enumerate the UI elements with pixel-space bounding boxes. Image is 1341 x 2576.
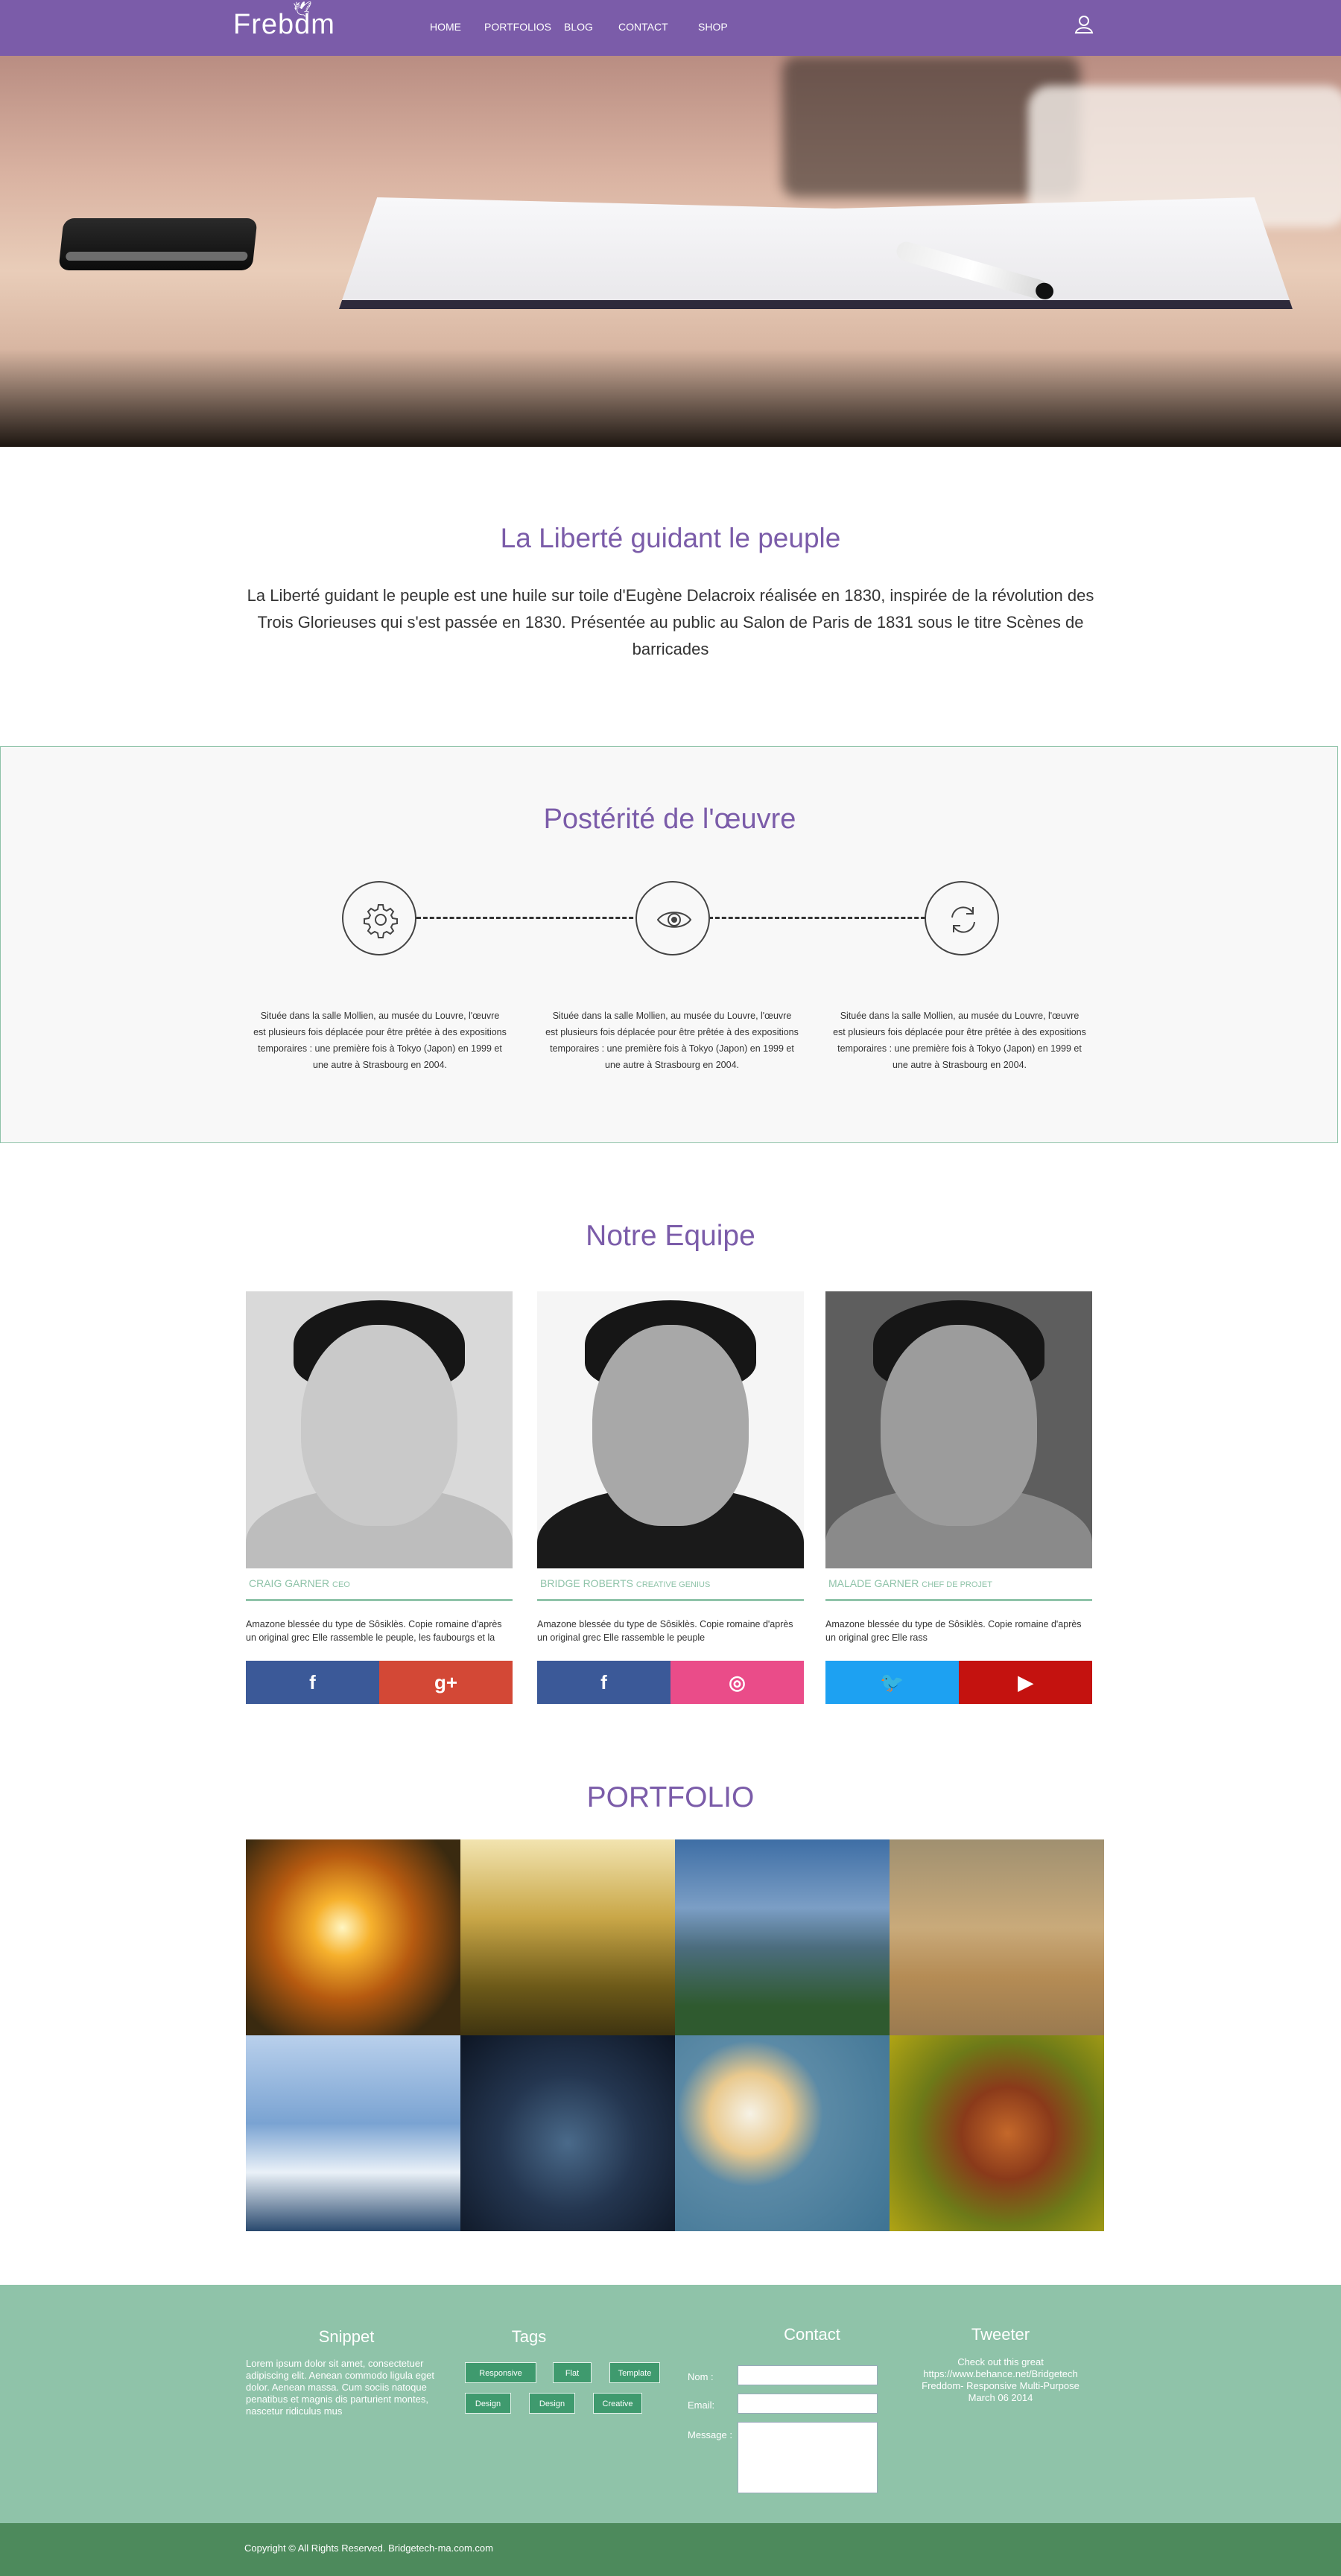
site-logo[interactable]: Frebdm 🕊 [233,1,335,41]
tag-responsive[interactable]: Responsive [465,2362,536,2383]
footer: Snippet Lorem ipsum dolor sit amet, cons… [0,2285,1341,2523]
team-member-card: BRIDGE ROBERTS CREATIVE GENIUS Amazone b… [537,1291,804,1704]
member-photo [537,1291,804,1568]
google-plus-icon[interactable]: g+ [379,1661,513,1704]
intro-title: La Liberté guidant le peuple [500,523,841,553]
member-socials: 🐦 ▶ [825,1661,1092,1704]
facebook-icon[interactable]: f [246,1661,379,1704]
contact-message-textarea[interactable] [738,2422,878,2493]
intro-text: La Liberté guidant le peuple est une hui… [247,586,1094,658]
footer-tweeter-text: Check out this great https://www.behance… [922,2356,1080,2403]
copyright-text: Copyright © All Rights Reserved. Bridget… [244,2542,493,2554]
nav-blog[interactable]: BLOG [564,21,593,33]
tag-design[interactable]: Design [529,2393,575,2414]
gear-icon [342,881,416,955]
member-name: BRIDGE ROBERTS CREATIVE GENIUS [537,1568,804,1601]
footer-snippet-text: Lorem ipsum dolor sit amet, consectetuer… [246,2358,434,2417]
copyright-bar: Copyright © All Rights Reserved. Bridget… [0,2523,1341,2576]
portfolio-item-robots[interactable] [460,2035,675,2231]
portfolio-grid [246,1839,1104,2231]
member-photo [246,1291,513,1568]
nav-contact[interactable]: CONTACT [618,21,668,33]
top-navbar: Frebdm 🕊 HOME PORTFOLIOS BLOG CONTACT SH… [0,0,1341,56]
member-description: Amazone blessée du type de Sôsiklès. Cop… [246,1619,502,1643]
logo-text: Frebdm [233,9,335,40]
facebook-icon[interactable]: f [537,1661,670,1704]
portfolio-item-eagle[interactable] [246,2035,460,2231]
bird-icon: 🕊 [293,1,313,18]
posterite-title: Postérité de l'œuvre [543,804,796,835]
tag-flat[interactable]: Flat [553,2362,592,2383]
portfolio-item-grass[interactable] [460,1839,675,2035]
member-name: MALADE GARNER CHEF DE PROJET [825,1568,1092,1601]
hero-image [0,56,1341,447]
nav-portfolios[interactable]: PORTFOLIOS [484,21,551,33]
contact-nom-label: Nom : [688,2371,714,2382]
tag-design[interactable]: Design [465,2393,511,2414]
nav-home[interactable]: HOME [430,21,461,33]
eye-icon [635,881,710,955]
footer-contact-title: Contact [784,2325,840,2344]
dashed-connector [416,917,640,919]
tag-creative[interactable]: Creative [593,2393,642,2414]
refresh-icon [925,881,999,955]
contact-nom-input[interactable] [738,2365,878,2385]
member-description: Amazone blessée du type de Sôsiklès. Cop… [825,1619,1082,1643]
portfolio-item-butterfly[interactable] [890,2035,1104,2231]
member-photo [825,1291,1092,1568]
member-socials: f g+ [246,1661,513,1704]
posterite-text: Située dans la salle Mollien, au musée d… [545,1011,799,1070]
hero-notebook [339,197,1293,309]
posterite-section: Postérité de l'œuvre Située dans la sall… [0,746,1338,1143]
portfolio-title: PORTFOLIO [586,1781,755,1813]
team-member-card: MALADE GARNER CHEF DE PROJET Amazone ble… [825,1291,1092,1704]
team-member-card: CRAIG GARNER CEO Amazone blessée du type… [246,1291,513,1704]
member-description: Amazone blessée du type de Sôsiklès. Cop… [537,1619,793,1643]
twitter-icon[interactable]: 🐦 [825,1661,959,1704]
contact-message-label: Message : [688,2429,732,2440]
dashed-connector [708,917,932,919]
user-icon[interactable] [1073,13,1095,36]
nav-shop[interactable]: SHOP [698,21,728,33]
footer-snippet-title: Snippet [318,2327,375,2346]
dribbble-icon[interactable]: ◎ [670,1661,804,1704]
tag-template[interactable]: Template [609,2362,660,2383]
contact-email-input[interactable] [738,2394,878,2414]
portfolio-item-bird[interactable] [675,2035,890,2231]
member-socials: f ◎ [537,1661,804,1704]
footer-tags-title: Tags [511,2327,547,2346]
youtube-icon[interactable]: ▶ [959,1661,1092,1704]
hero-phone [58,218,258,270]
footer-tweeter-title: Tweeter [971,2325,1030,2344]
portfolio-item-sunset[interactable] [246,1839,460,2035]
contact-email-label: Email: [688,2400,715,2411]
posterite-text: Située dans la salle Mollien, au musée d… [833,1011,1086,1070]
member-name: CRAIG GARNER CEO [246,1568,513,1601]
team-title: Notre Equipe [586,1220,755,1252]
portfolio-item-rio[interactable] [675,1839,890,2035]
portfolio-item-dog[interactable] [890,1839,1104,2035]
posterite-text: Située dans la salle Mollien, au musée d… [253,1011,507,1070]
